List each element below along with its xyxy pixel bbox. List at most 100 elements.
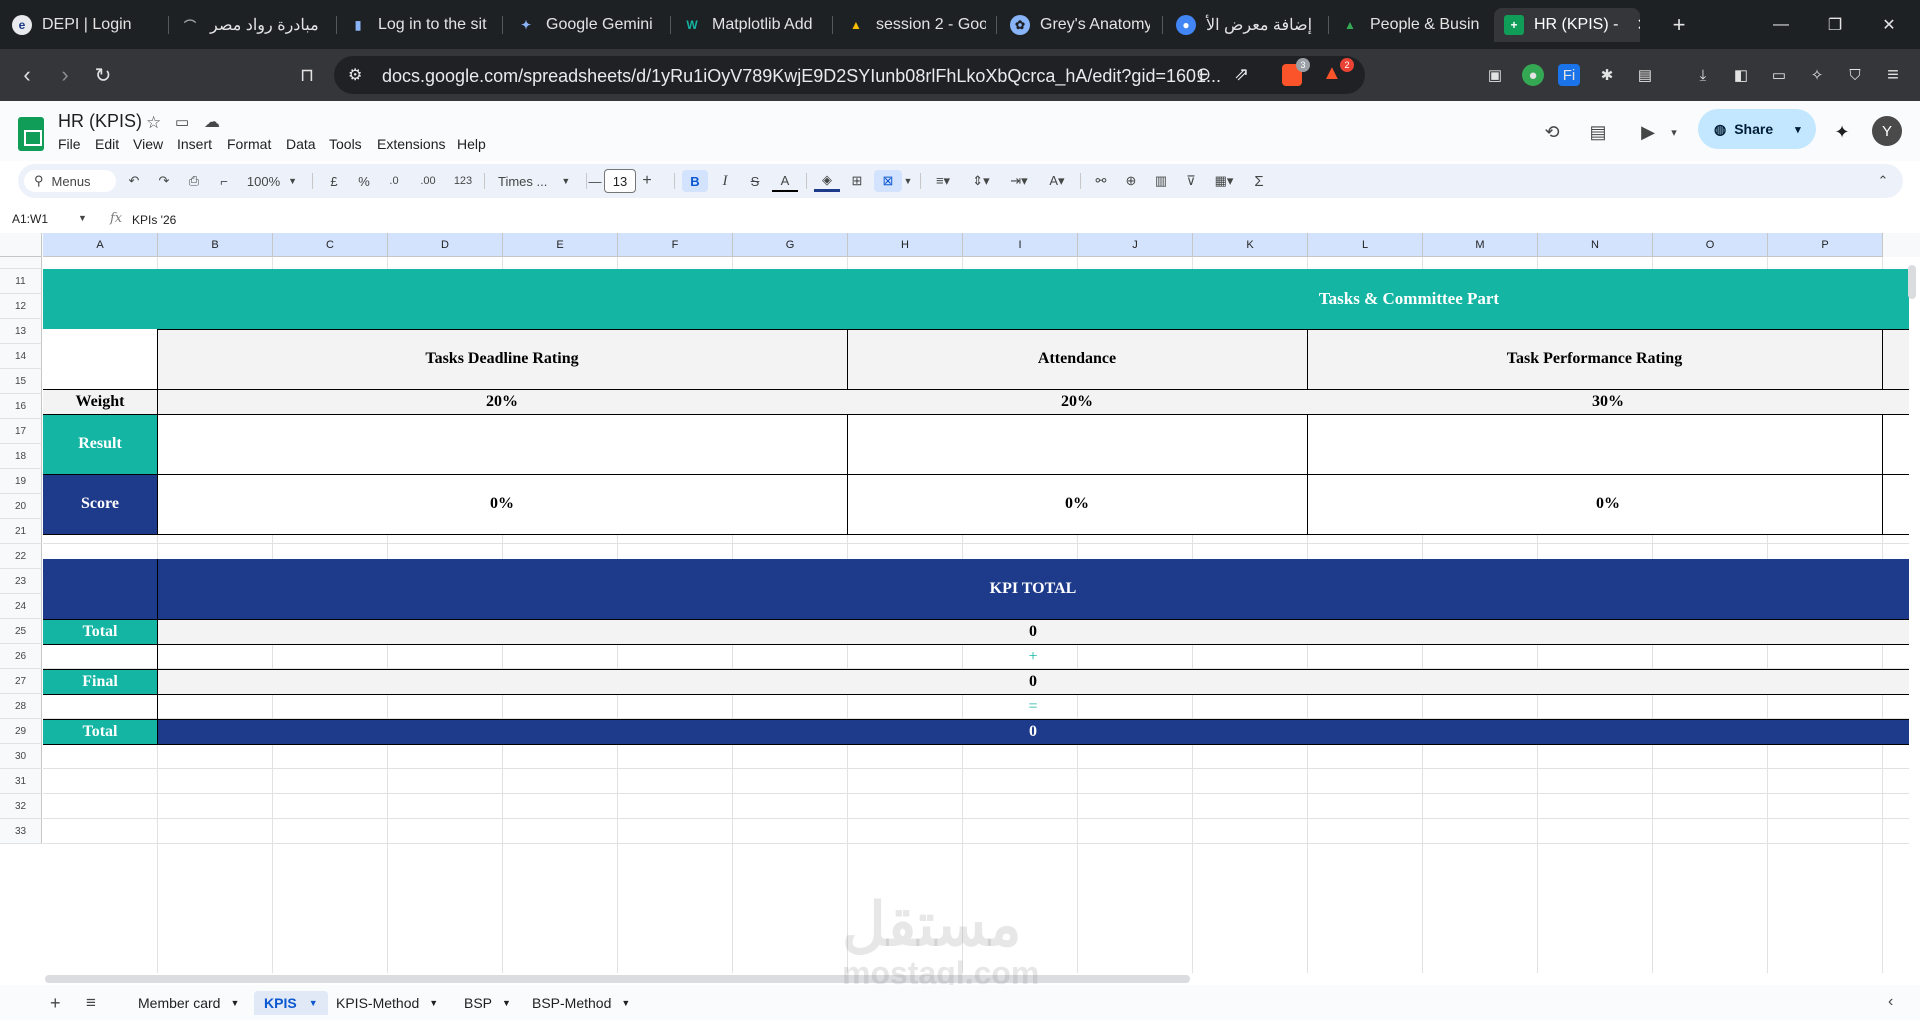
- column-header-b[interactable]: B: [158, 233, 273, 257]
- merge-dropdown-icon[interactable]: ▼: [902, 170, 914, 192]
- close-tab-icon[interactable]: ✕: [1636, 15, 1640, 35]
- paint-format-icon[interactable]: ⌐: [212, 170, 236, 192]
- select-all-corner[interactable]: [0, 233, 42, 257]
- version-history-icon[interactable]: ⟲: [1538, 118, 1566, 146]
- menu-view[interactable]: View: [133, 136, 163, 152]
- row-header-19[interactable]: 19: [0, 469, 42, 494]
- reload-icon[interactable]: ↻: [88, 60, 118, 90]
- bold-button[interactable]: B: [682, 170, 708, 192]
- score-attendance[interactable]: 0%: [847, 474, 1307, 534]
- share-dropdown-icon[interactable]: ▾: [1795, 123, 1801, 136]
- row-header-32[interactable]: 32: [0, 794, 42, 819]
- font-size-input[interactable]: 13: [604, 169, 636, 193]
- spreadsheet-grid[interactable]: ABCDEFGHIJKLMNOP 11 12 13 14 15 16 17 18 19 20 21 2…: [0, 233, 1920, 973]
- menu-extensions[interactable]: Extensions: [377, 136, 445, 152]
- undo-icon[interactable]: ↶: [122, 170, 146, 192]
- text-color-button[interactable]: A: [772, 170, 798, 192]
- final-label[interactable]: Final: [43, 669, 157, 694]
- align-horizontal-icon[interactable]: ≡▾: [928, 170, 958, 192]
- browser-tab-matplotlib[interactable]: W Matplotlib Add: [682, 8, 822, 42]
- horizontal-scrollbar[interactable]: [45, 975, 1190, 983]
- result-tasks-deadline[interactable]: [157, 414, 847, 474]
- row-header-33[interactable]: 33: [0, 819, 42, 844]
- site-info-icon[interactable]: ⚙: [348, 65, 362, 85]
- align-vertical-icon[interactable]: ⇕▾: [966, 170, 996, 192]
- url-text[interactable]: docs.google.com/spreadsheets/d/1yRu1iOyV…: [382, 66, 1222, 87]
- comments-icon[interactable]: ▤: [1584, 118, 1612, 146]
- row-header-16[interactable]: 16: [0, 394, 42, 419]
- row-header-29[interactable]: 29: [0, 719, 42, 744]
- menu-insert[interactable]: Insert: [177, 136, 212, 152]
- sheets-logo[interactable]: [18, 117, 44, 151]
- row-header-13[interactable]: 13: [0, 319, 42, 344]
- total-value[interactable]: 0: [157, 619, 1909, 644]
- column-header-a[interactable]: A: [43, 233, 158, 257]
- zoom-select[interactable]: 100% ▼: [242, 170, 302, 192]
- total-label[interactable]: Total: [43, 619, 157, 644]
- sidebar-icon[interactable]: ◧: [1730, 64, 1752, 86]
- row-header-18[interactable]: 18: [0, 444, 42, 469]
- strikethrough-icon[interactable]: S: [742, 170, 768, 192]
- browser-tab-session[interactable]: ▲ session 2 - Goo: [846, 8, 986, 42]
- zoom-icon[interactable]: ⊖: [1196, 64, 1211, 85]
- gemini-icon[interactable]: ✦: [1828, 118, 1856, 146]
- address-bar[interactable]: ⚙ docs.google.com/spreadsheets/d/1yRu1iO…: [334, 56, 1365, 94]
- result-task-performance[interactable]: [1307, 414, 1909, 474]
- row-header-25[interactable]: 25: [0, 619, 42, 644]
- weight-attendance[interactable]: 20%: [847, 389, 1307, 414]
- menu-data[interactable]: Data: [286, 136, 316, 152]
- name-box-dropdown-icon[interactable]: ▼: [78, 213, 87, 223]
- column-header-k[interactable]: K: [1193, 233, 1308, 257]
- row-header-23[interactable]: 23: [0, 569, 42, 594]
- browser-tab-login[interactable]: ▮ Log in to the sit: [348, 8, 488, 42]
- green-extension-icon[interactable]: ●: [1522, 64, 1544, 86]
- row-header-15[interactable]: 15: [0, 369, 42, 394]
- final-value[interactable]: 0: [157, 669, 1909, 694]
- column-header-d[interactable]: D: [388, 233, 503, 257]
- print-icon[interactable]: ⎙: [182, 170, 206, 192]
- bookmark-icon[interactable]: ⊓: [292, 60, 322, 90]
- weight-task-performance[interactable]: 30%: [1307, 389, 1909, 414]
- row-header-28[interactable]: 28: [0, 694, 42, 719]
- font-size-decrease-icon[interactable]: —: [588, 170, 602, 192]
- sheet-tab-member-card[interactable]: Member card ▼: [138, 991, 239, 1015]
- share-page-icon[interactable]: ⇗: [1234, 64, 1249, 85]
- browser-tab-greys[interactable]: ✿ Grey's Anatomy: [1010, 8, 1150, 42]
- restore-icon[interactable]: ❐: [1820, 10, 1850, 40]
- column-header-j[interactable]: J: [1078, 233, 1193, 257]
- insert-link-icon[interactable]: ⚯: [1088, 170, 1114, 192]
- text-wrap-icon[interactable]: ⇥▾: [1004, 170, 1034, 192]
- leo-icon[interactable]: ✧: [1806, 64, 1828, 86]
- download-icon[interactable]: ⤓: [1692, 64, 1714, 86]
- header-overflow-cell[interactable]: [1882, 329, 1909, 389]
- header-attendance[interactable]: Attendance: [847, 329, 1307, 389]
- empty-header-cell[interactable]: [43, 329, 157, 389]
- borders-icon[interactable]: ⊞: [844, 170, 870, 192]
- browser-tab-people[interactable]: ▲ People & Busin: [1340, 8, 1480, 42]
- score-tasks-deadline[interactable]: 0%: [157, 474, 847, 534]
- vpn-icon[interactable]: ⛉: [1844, 64, 1866, 86]
- weight-label[interactable]: Weight: [43, 389, 157, 414]
- row-header-partial[interactable]: [0, 257, 42, 269]
- puzzle-icon[interactable]: ✱: [1596, 64, 1618, 86]
- meet-dropdown-icon[interactable]: ▾: [1660, 118, 1688, 146]
- header-tasks-deadline[interactable]: Tasks Deadline Rating: [157, 329, 847, 389]
- column-header-l[interactable]: L: [1308, 233, 1423, 257]
- sheet-tab-kpis-method[interactable]: KPIS-Method ▼: [336, 991, 438, 1015]
- add-sheet-icon[interactable]: +: [50, 993, 61, 1014]
- close-window-icon[interactable]: ✕: [1874, 10, 1904, 40]
- browser-tab-depi[interactable]: e DEPI | Login: [12, 8, 162, 42]
- browser-tab-gemini[interactable]: ✦ Google Gemini: [516, 8, 666, 42]
- move-folder-icon[interactable]: ▭: [175, 113, 189, 131]
- star-icon[interactable]: ☆: [146, 113, 161, 133]
- menu-format[interactable]: Format: [227, 136, 271, 152]
- minimize-icon[interactable]: —: [1766, 10, 1796, 40]
- sheet-tab-bsp[interactable]: BSP ▼: [464, 991, 511, 1015]
- menu-help[interactable]: Help: [457, 136, 486, 152]
- percent-button[interactable]: %: [352, 170, 376, 192]
- all-sheets-icon[interactable]: ≡: [86, 993, 96, 1013]
- redo-icon[interactable]: ↷: [152, 170, 176, 192]
- fill-color-icon[interactable]: ◈: [814, 170, 840, 192]
- sheet-tab-bsp-method[interactable]: BSP-Method ▼: [532, 991, 630, 1015]
- back-icon[interactable]: ‹: [12, 60, 42, 90]
